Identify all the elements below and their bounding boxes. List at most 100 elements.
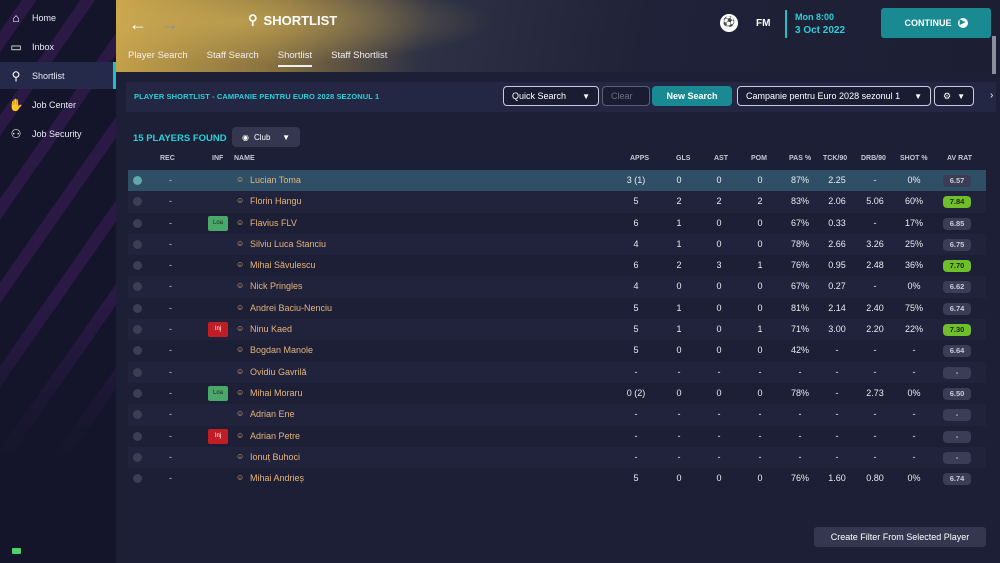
game-time[interactable]: Mon 8:00: [795, 12, 834, 22]
sidebar-item-job-center[interactable]: ✋ Job Center: [0, 91, 116, 118]
row-select-checkbox[interactable]: [133, 218, 142, 228]
settings-dropdown[interactable]: ⚙ ▼: [934, 86, 974, 106]
player-name-link[interactable]: Andrei Baciu-Nenciu: [250, 303, 332, 313]
player-name-link[interactable]: Bogdan Manole: [250, 345, 313, 355]
shortlist-select[interactable]: Campanie pentru Euro 2028 sezonul 1 ▼: [737, 86, 931, 106]
tab-staff-search[interactable]: Staff Search: [207, 50, 259, 67]
pom-cell: 0: [757, 217, 763, 228]
player-name-link[interactable]: Mihai Andrieș: [250, 473, 304, 483]
forward-arrow-icon[interactable]: →: [160, 14, 180, 34]
ast-cell: 3: [716, 260, 722, 271]
sidebar-item-job-security[interactable]: ⚇ Job Security: [0, 120, 116, 147]
row-select-checkbox[interactable]: [133, 452, 142, 462]
column-header-apps[interactable]: APPS: [630, 155, 649, 162]
tab-shortlist[interactable]: Shortlist: [277, 50, 313, 67]
ast-cell: 0: [716, 217, 722, 228]
table-row[interactable]: - ☺ Silviu Luca Stanciu 4 1 0 0 78% 2.66 3.26 25% 6…: [128, 233, 986, 256]
row-select-checkbox[interactable]: [133, 197, 142, 207]
row-select-checkbox[interactable]: [133, 410, 142, 420]
scrollbar[interactable]: [992, 36, 996, 74]
row-select-checkbox[interactable]: [133, 282, 142, 292]
create-filter-button[interactable]: Create Filter From Selected Player: [814, 527, 986, 547]
row-select-checkbox[interactable]: [133, 261, 142, 271]
column-header-inf[interactable]: INF: [212, 155, 223, 162]
row-select-checkbox[interactable]: [133, 239, 142, 249]
player-name-link[interactable]: Mihai Săvulescu: [250, 260, 316, 270]
ast-cell: -: [717, 409, 721, 420]
table-row[interactable]: - Loa ☺ Flavius FLV 6 1 0 0 67% 0.33 - 17% 6.85: [128, 213, 986, 234]
sidebar-item-shortlist[interactable]: ⚲ Shortlist: [0, 62, 116, 89]
column-header-ast[interactable]: AST: [714, 155, 728, 162]
player-name-link[interactable]: Ninu Kaed: [250, 324, 292, 334]
table-row[interactable]: - ☺ Adrian Ene - - - - - - - - -: [128, 404, 986, 426]
person-icon: ☺: [236, 473, 245, 483]
table-row[interactable]: - Loa ☺ Mihai Moraru 0 (2) 0 0 0 78% - 2.73 0% 6.50: [128, 383, 986, 404]
table-row[interactable]: - ☺ Nick Pringles 4 0 0 0 67% 0.27 - 0% 6.62: [128, 276, 986, 298]
game-date[interactable]: 3 Oct 2022: [795, 25, 845, 36]
row-select-checkbox[interactable]: [133, 303, 142, 313]
shot-cell: 75%: [904, 302, 923, 313]
row-select-checkbox[interactable]: [133, 176, 142, 185]
column-header-pas[interactable]: PAS %: [789, 155, 811, 162]
player-name-link[interactable]: Ovidiu Gavrilă: [250, 367, 307, 377]
table-row[interactable]: - Inj ☺ Ninu Kaed 5 1 0 1 71% 3.00 2.20 22% 7.30: [128, 319, 986, 341]
row-select-checkbox[interactable]: [133, 474, 142, 484]
player-name-link[interactable]: Ionuț Buhoci: [250, 452, 300, 462]
table-row[interactable]: - ☺ Lucian Toma 3 (1) 0 0 0 87% 2.25 - 0% 6.57: [128, 170, 986, 192]
chevron-right-icon[interactable]: ›: [990, 90, 993, 101]
row-select-checkbox[interactable]: [133, 388, 142, 398]
row-select-checkbox[interactable]: [133, 346, 142, 356]
new-search-button[interactable]: New Search: [652, 86, 732, 106]
tab-player-search[interactable]: Player Search: [128, 50, 188, 67]
table-row[interactable]: - Inj ☺ Adrian Petre - - - - - - - - -: [128, 426, 986, 447]
column-header-pom[interactable]: POM: [751, 155, 767, 162]
sidebar-item-label: Job Center: [32, 99, 77, 110]
column-header-shot[interactable]: SHOT %: [900, 155, 928, 162]
column-header-gls[interactable]: GLS: [676, 155, 690, 162]
column-header-tck[interactable]: TCK/90: [823, 155, 847, 162]
continue-button[interactable]: CONTINUE ▶: [881, 8, 991, 38]
player-name-link[interactable]: Flavius FLV: [250, 218, 297, 228]
column-header-drb[interactable]: DRB/90: [861, 155, 886, 162]
pom-cell: -: [758, 366, 762, 377]
sidebar-item-home[interactable]: ⌂ Home: [0, 4, 116, 31]
clear-button[interactable]: Clear: [602, 86, 650, 106]
player-name-link[interactable]: Nick Pringles: [250, 281, 303, 291]
player-name-link[interactable]: Adrian Ene: [250, 409, 295, 419]
tck-cell: -: [835, 430, 839, 441]
person-icon: ☺: [236, 281, 245, 291]
player-name-link[interactable]: Florin Hangu: [250, 196, 302, 206]
table-row[interactable]: - ☺ Mihai Andrieș 5 0 0 0 76% 1.60 0.80 0% 6.74: [128, 468, 986, 489]
shot-cell: 60%: [904, 196, 923, 207]
tck-cell: -: [835, 366, 839, 377]
sidebar-item-label: Job Security: [32, 128, 82, 139]
table-row[interactable]: - ☺ Andrei Baciu-Nenciu 5 1 0 0 81% 2.14 2.40 75% 6…: [128, 298, 986, 319]
table-row[interactable]: - ☺ Mihai Săvulescu 6 2 3 1 76% 0.95 2.48 36% 7.70: [128, 255, 986, 276]
table-row[interactable]: - ☺ Bogdan Manole 5 0 0 0 42% - - - 6.64: [128, 340, 986, 361]
row-select-checkbox[interactable]: [133, 367, 142, 377]
column-header-rec[interactable]: REC: [160, 155, 175, 162]
table-row[interactable]: - ☺ Florin Hangu 5 2 2 2 83% 2.06 5.06 60% 7.84: [128, 191, 986, 213]
table-row[interactable]: - ☺ Ovidiu Gavrilă - - - - - - - - -: [128, 361, 986, 383]
drb-cell: -: [873, 175, 877, 185]
ast-cell: 0: [716, 473, 722, 484]
row-select-checkbox[interactable]: [133, 431, 142, 441]
home-icon: ⌂: [12, 10, 20, 25]
club-badge-icon[interactable]: ⚽: [720, 14, 738, 32]
fm-logo[interactable]: FM: [756, 18, 770, 29]
column-header-name[interactable]: NAME: [234, 155, 255, 162]
table-row[interactable]: - ☺ Ionuț Buhoci - - - - - - - - -: [128, 446, 986, 469]
tab-staff-shortlist[interactable]: Staff Shortlist: [331, 50, 387, 67]
player-name-link[interactable]: Lucian Toma: [250, 175, 301, 185]
quick-search-dropdown[interactable]: Quick Search ▼: [503, 86, 599, 106]
player-name-link[interactable]: Adrian Petre: [250, 431, 300, 441]
back-arrow-icon[interactable]: ←: [128, 14, 148, 34]
player-name-link[interactable]: Mihai Moraru: [250, 388, 303, 398]
row-select-checkbox[interactable]: [133, 325, 142, 335]
player-name-link[interactable]: Silviu Luca Stanciu: [250, 239, 326, 249]
person-icon: ☺: [236, 430, 245, 440]
column-header-rating[interactable]: AV RAT: [947, 155, 972, 162]
sidebar-item-inbox[interactable]: ▭ Inbox: [0, 33, 116, 60]
club-view-dropdown[interactable]: ◉ Club ▼: [232, 127, 300, 147]
apps-cell: 4: [633, 238, 639, 249]
